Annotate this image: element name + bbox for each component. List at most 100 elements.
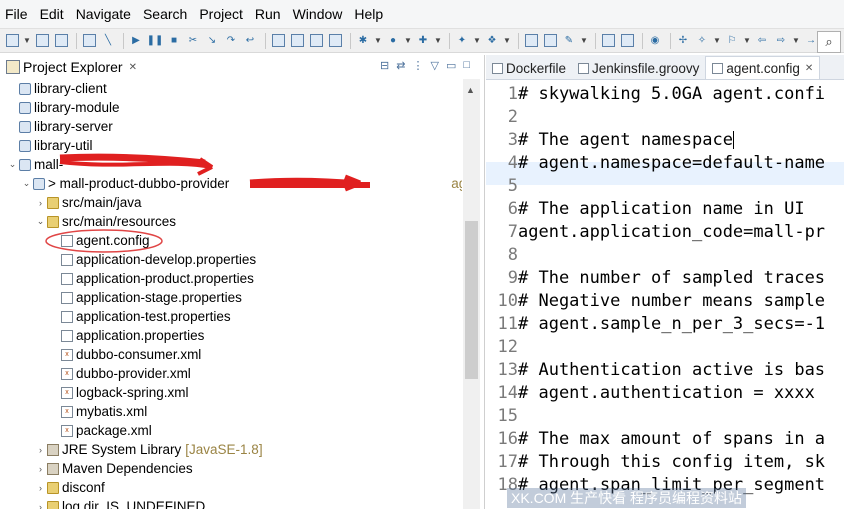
tab-agent-config[interactable]: agent.config ✕: [705, 56, 821, 79]
menu-project[interactable]: Project: [194, 6, 250, 22]
main-toolbar: ▼ ╲ ▶ ❚❚ ■ ✂ ↘ ↷ ↩ ✱ ▼ ● ▼ ✚ ▼ ✦ ▼ ❖ ▼ ✎ ▼ ◉ ✢…: [0, 29, 844, 53]
code-text: # The number of sampled traces: [518, 267, 826, 288]
code-line: 16 # The max amount of spans in a: [486, 427, 826, 450]
new-java-project-icon[interactable]: ✦: [454, 33, 470, 49]
toolbar-separator: [265, 32, 266, 49]
annotation-dropdown-icon[interactable]: ▼: [713, 33, 721, 49]
debug-icon[interactable]: ✱: [355, 33, 371, 49]
terminate-icon[interactable]: ■: [166, 33, 182, 49]
tab-label: Dockerfile: [506, 60, 567, 76]
code-line: 2: [486, 105, 518, 128]
editor-area: Dockerfile Jenkinsfile.groovy agent.conf…: [486, 55, 844, 509]
disconnect-icon[interactable]: ✂: [185, 33, 201, 49]
project-explorer-icon: [6, 60, 20, 74]
run-dropdown-icon[interactable]: ▼: [404, 33, 412, 49]
forward-icon[interactable]: ⇨: [773, 33, 789, 49]
code-text: # The max amount of spans in a: [518, 428, 826, 449]
menu-run[interactable]: Run: [250, 6, 288, 22]
new-package-dropdown-icon[interactable]: ▼: [503, 33, 511, 49]
debug-dropdown-icon[interactable]: ▼: [374, 33, 382, 49]
open-type-icon[interactable]: [523, 33, 539, 49]
last-edit-dropdown-icon[interactable]: ▼: [743, 33, 751, 49]
tab-label: agent.config: [726, 60, 800, 76]
save-icon[interactable]: [34, 33, 50, 49]
code-text: # agent.sample_n_per_3_secs=-1: [518, 313, 826, 334]
globe-icon[interactable]: ◉: [647, 33, 663, 49]
menu-help[interactable]: Help: [349, 6, 390, 22]
project-explorer-tab[interactable]: Project Explorer ✕: [0, 59, 137, 75]
minimize-icon[interactable]: ▭: [446, 59, 456, 72]
menu-window[interactable]: Window: [288, 6, 350, 22]
close-icon[interactable]: ✕: [805, 63, 813, 74]
annotation-icon[interactable]: ✧: [694, 33, 710, 49]
step-over-icon[interactable]: ↷: [223, 33, 239, 49]
line-number: 12: [497, 336, 518, 357]
forward-dropdown-icon[interactable]: ▼: [792, 33, 800, 49]
code-text: # agent.namespace=default-name: [518, 152, 826, 173]
search-toolbar-icon[interactable]: ✎: [561, 33, 577, 49]
open-task-icon[interactable]: [542, 33, 558, 49]
menu-file[interactable]: File: [0, 6, 35, 22]
code-editor[interactable]: 1 # skywalking 5.0GA agent.confi 2 3 # The…: [486, 79, 844, 509]
pin-icon[interactable]: ✢: [675, 33, 691, 49]
toggle-breadcrumb-icon[interactable]: [600, 33, 616, 49]
menu-search[interactable]: Search: [138, 6, 194, 22]
project-tree: library-client library-module library-se…: [0, 79, 462, 509]
vertical-scrollbar[interactable]: ▲: [463, 79, 480, 509]
line-number: 6: [507, 198, 518, 219]
code-text: # Authentication active is bas: [518, 359, 826, 380]
scroll-up-icon[interactable]: ▲: [466, 85, 475, 95]
view-menu-icon[interactable]: ▽: [430, 59, 438, 72]
quick-access-search-icon[interactable]: ⌕: [817, 31, 841, 53]
selection-circle: [45, 229, 163, 253]
line-number: 1: [507, 83, 518, 104]
word-wrap-icon[interactable]: [308, 33, 324, 49]
skip-breakpoints-icon[interactable]: ╲: [100, 33, 116, 49]
project-explorer-title: Project Explorer: [23, 59, 123, 75]
code-text: # Negative number means sample: [518, 290, 826, 311]
collapse-all-icon[interactable]: ⊟: [380, 59, 389, 72]
text-caret: [732, 130, 734, 149]
code-line: 7 agent.application_code=mall-pr: [486, 220, 825, 243]
code-line: 11 # agent.sample_n_per_3_secs=-1: [486, 312, 826, 335]
new-package-icon[interactable]: ❖: [484, 33, 500, 49]
code-line: 4 # agent.namespace=default-name: [486, 151, 825, 174]
block-selection-icon[interactable]: [327, 33, 343, 49]
scrollbar-thumb[interactable]: [465, 221, 478, 379]
toolbar-separator: [670, 32, 671, 49]
line-number: 11: [497, 313, 518, 334]
line-number: 4: [507, 152, 518, 173]
menu-navigate[interactable]: Navigate: [71, 6, 138, 22]
external-tools-icon[interactable]: ✚: [415, 33, 431, 49]
suspend-icon[interactable]: ❚❚: [147, 33, 164, 49]
search-dropdown-icon[interactable]: ▼: [580, 33, 588, 49]
terminal-icon[interactable]: [81, 33, 97, 49]
resume-icon[interactable]: ▶: [128, 33, 144, 49]
new-icon[interactable]: [4, 33, 20, 49]
show-whitespace-icon[interactable]: [619, 33, 635, 49]
tab-dockerfile[interactable]: Dockerfile: [486, 57, 572, 79]
last-edit-icon[interactable]: ⚐: [724, 33, 740, 49]
filter-icon[interactable]: ⋮: [412, 59, 423, 72]
external-tools-dropdown-icon[interactable]: ▼: [434, 33, 442, 49]
step-into-icon[interactable]: ↘: [204, 33, 220, 49]
new-java-dropdown-icon[interactable]: ▼: [473, 33, 481, 49]
step-return-icon[interactable]: ↩: [242, 33, 258, 49]
new-dropdown-icon[interactable]: ▼: [23, 33, 31, 49]
close-icon[interactable]: ✕: [129, 62, 137, 73]
save-all-icon[interactable]: [53, 33, 69, 49]
toggle-mark-icon[interactable]: [289, 33, 305, 49]
code-text: # Through this config item, sk: [518, 451, 826, 472]
view-toolbar: ⊟ ⇄ ⋮ ▽ ▭ □: [380, 59, 470, 72]
tab-jenkinsfile[interactable]: Jenkinsfile.groovy: [572, 57, 705, 79]
toolbar-separator: [518, 32, 519, 49]
run-icon[interactable]: ●: [385, 33, 401, 49]
code-line: 8: [486, 243, 518, 266]
code-text: # The agent namespace: [518, 129, 733, 150]
code-line: 1 # skywalking 5.0GA agent.confi: [486, 82, 825, 105]
menu-edit[interactable]: Edit: [35, 6, 71, 22]
link-with-editor-icon[interactable]: ⇄: [396, 59, 405, 72]
maximize-icon[interactable]: □: [463, 59, 470, 72]
back-icon[interactable]: ⇦: [754, 33, 770, 49]
open-perspective-icon[interactable]: [270, 33, 286, 49]
